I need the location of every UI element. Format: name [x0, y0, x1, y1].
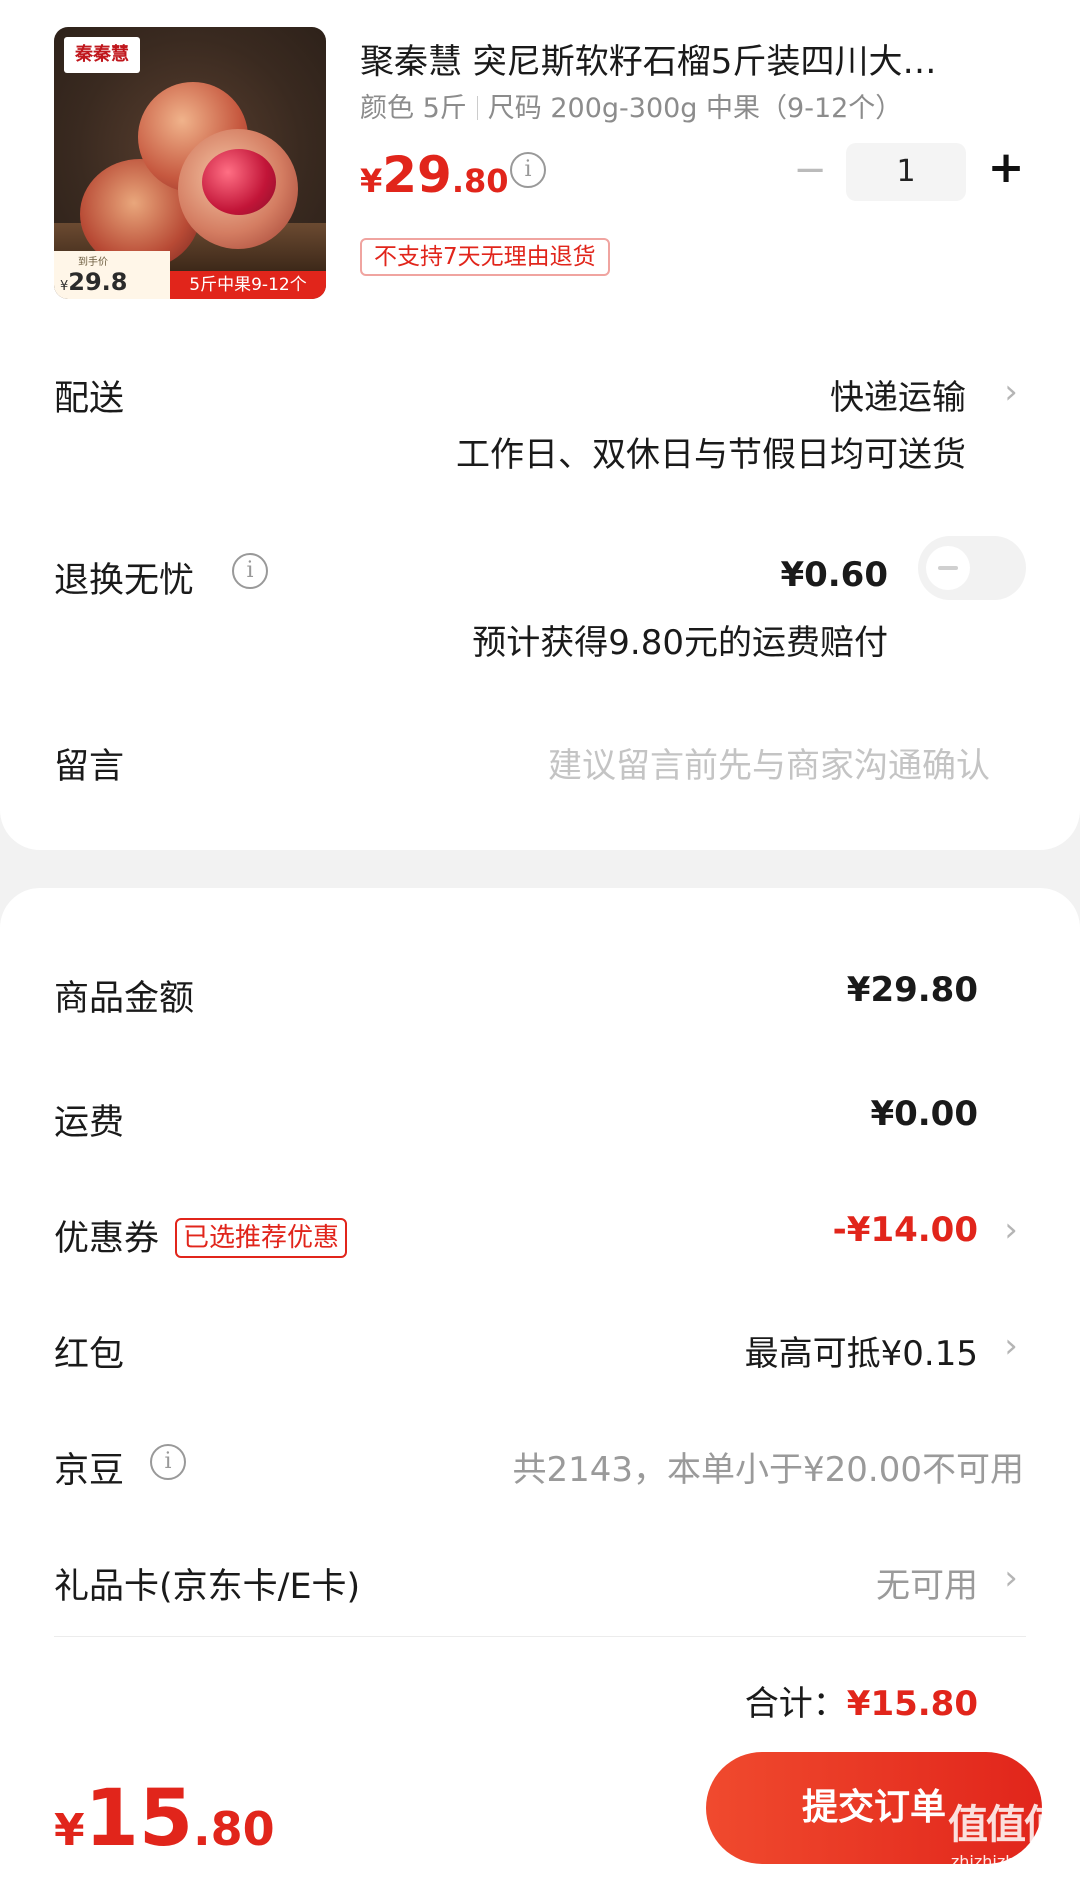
thumb-spec-banner: 5斤中果9-12个 [170, 271, 326, 299]
redpacket-value[interactable]: 最高可抵¥0.15 [745, 1326, 978, 1375]
coupon-label: 优惠券 [54, 1219, 160, 1259]
shipping-label: 运费 [54, 1103, 125, 1143]
price-integer: 29 [382, 146, 452, 204]
order-item-card: 秦秦慧 到手价 ¥29.8 5斤中果9-12个 聚秦慧 突尼斯软籽石榴5斤装四川… [0, 0, 1080, 850]
product-price: ¥29.80 [360, 146, 509, 204]
goods-amount-value: ¥29.80 [846, 970, 978, 1010]
quantity-input[interactable]: 1 [846, 143, 966, 201]
spec-size: 尺码 200g-300g 中果（9-12个） [487, 93, 903, 124]
giftcard-chevron-right-icon[interactable]: › [998, 1558, 1024, 1598]
redpacket-label: 红包 [54, 1335, 125, 1375]
giftcard-value[interactable]: 无可用 [876, 1558, 978, 1607]
total-row: 合计：¥15.80 [745, 1676, 978, 1725]
delivery-method[interactable]: 快递运输 [830, 370, 966, 419]
giftcard-label: 礼品卡(京东卡/E卡) [54, 1567, 361, 1607]
return-insurance-price: ¥0.60 [780, 555, 888, 595]
jingdou-label: 京豆 [54, 1451, 125, 1491]
product-image[interactable]: 秦秦慧 到手价 ¥29.8 5斤中果9-12个 [54, 27, 326, 299]
redpacket-chevron-right-icon[interactable]: › [998, 1326, 1024, 1366]
return-insurance-note: 预计获得9.80元的运费赔付 [472, 623, 888, 663]
delivery-chevron-right-icon[interactable]: › [998, 372, 1024, 412]
goods-amount-label: 商品金额 [54, 979, 195, 1019]
watermark-logo: 值值值 [948, 1802, 1064, 1848]
summary-divider [54, 1636, 1026, 1637]
price-currency: ¥ [360, 162, 383, 200]
quantity-decrease-button[interactable]: − [790, 150, 830, 192]
thumb-price-tag: 到手价 [78, 257, 108, 268]
price-decimal: .80 [451, 162, 509, 200]
return-insurance-toggle[interactable] [918, 536, 1026, 600]
coupon-chevron-right-icon[interactable]: › [998, 1210, 1024, 1250]
checkout-currency: ¥ [54, 1805, 85, 1856]
return-insurance-info-icon[interactable]: i [232, 553, 268, 589]
brand-logo-badge: 秦秦慧 [64, 37, 140, 73]
product-spec[interactable]: 颜色 5斤 尺码 200g-300g 中果（9-12个） [360, 86, 902, 125]
price-info-icon[interactable]: i [510, 152, 546, 188]
spec-separator [476, 96, 478, 120]
thumb-price: 29.8 [68, 268, 128, 296]
return-policy-tag: 不支持7天无理由退货 [360, 238, 610, 276]
checkout-price-decimal: .80 [193, 1802, 275, 1856]
delivery-note: 工作日、双休日与节假日均可送货 [456, 435, 966, 475]
total-label: 合计： [744, 1684, 847, 1724]
thumb-price-box: 到手价 ¥29.8 [54, 251, 170, 299]
total-value: ¥15.80 [846, 1684, 978, 1724]
quantity-increase-button[interactable]: + [984, 146, 1028, 192]
watermark-url: zhizhizhi.com [950, 1852, 1060, 1871]
site-watermark: 值值值 zhizhizhi.com [940, 1792, 1070, 1872]
message-label: 留言 [54, 747, 125, 787]
checkout-total-price: ¥15.80 [54, 1774, 275, 1864]
message-input[interactable]: 建议留言前先与商家沟通确认 [548, 738, 990, 787]
shipping-value: ¥0.00 [870, 1094, 978, 1134]
jingdou-info-icon[interactable]: i [150, 1444, 186, 1480]
product-title[interactable]: 聚秦慧 突尼斯软籽石榴5斤装四川大… [360, 34, 1010, 83]
return-insurance-label: 退换无忧 [54, 561, 195, 601]
coupon-value[interactable]: -¥14.00 [833, 1210, 978, 1250]
spec-color: 颜色 5斤 [360, 93, 467, 124]
delivery-label: 配送 [54, 379, 125, 419]
coupon-selected-tag: 已选推荐优惠 [175, 1218, 348, 1258]
toggle-knob [926, 546, 970, 590]
checkout-price-integer: 15 [84, 1774, 194, 1864]
jingdou-value: 共2143，本单小于¥20.00不可用 [512, 1450, 1025, 1490]
coupon-row[interactable]: 优惠券 已选推荐优惠 [54, 1210, 348, 1261]
pomegranate-seeds-shape [202, 149, 276, 215]
